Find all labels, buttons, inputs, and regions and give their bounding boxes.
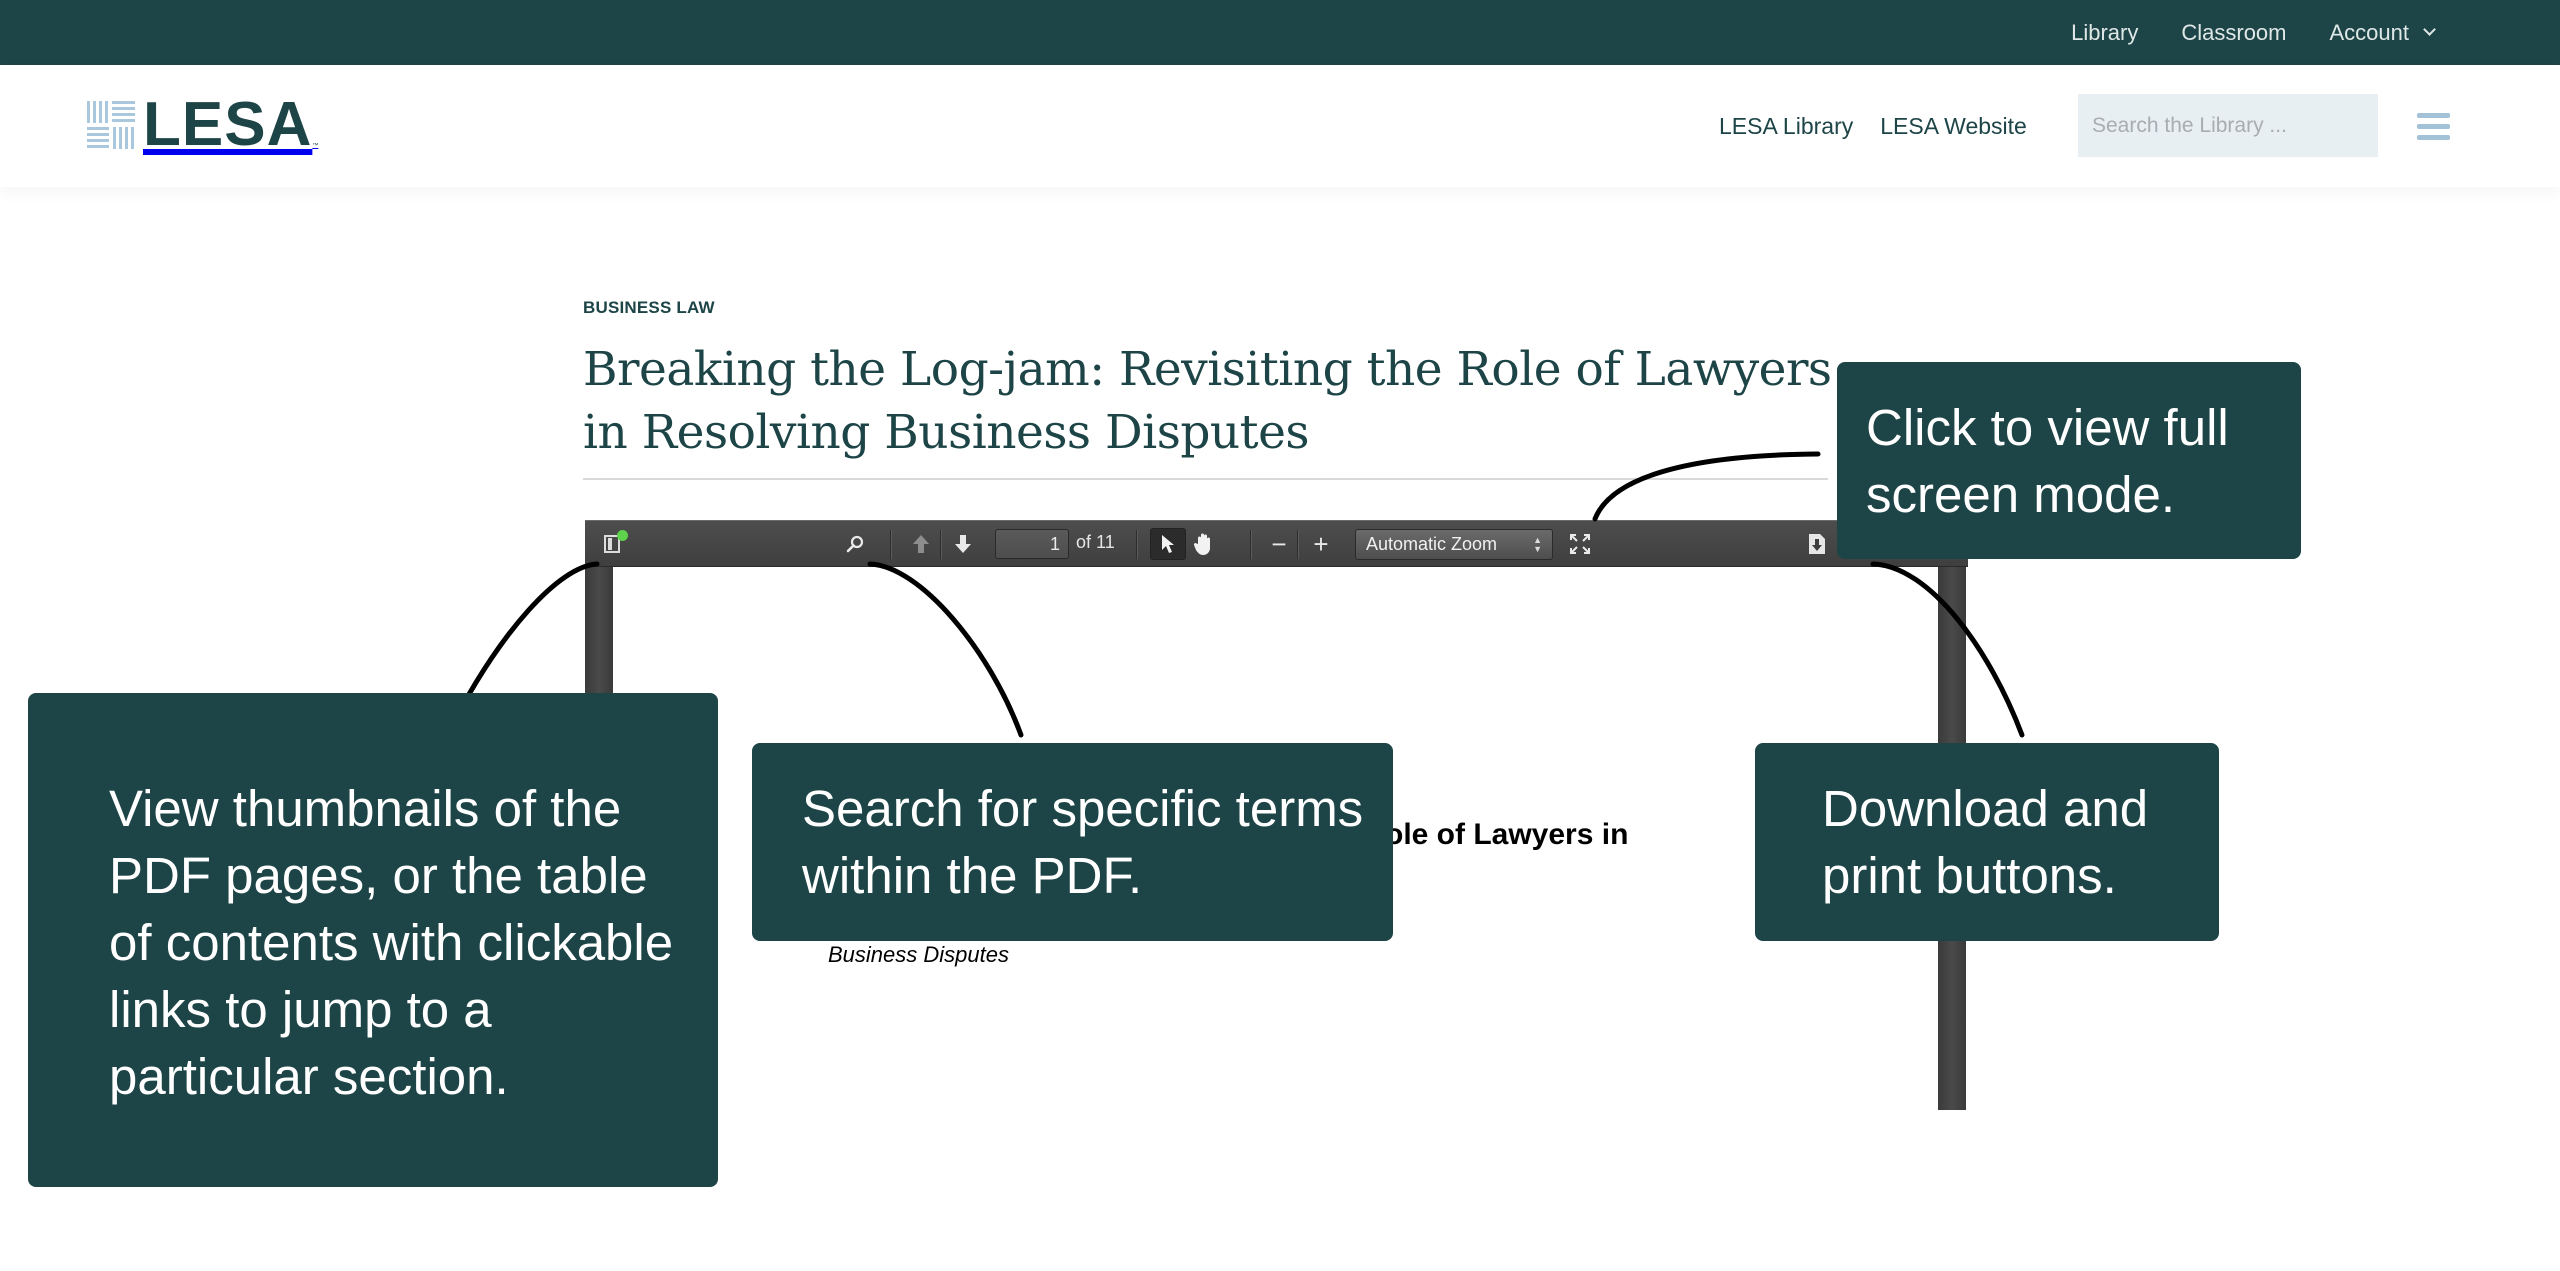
account-label: Account: [2329, 19, 2410, 45]
pdf-toolbar: of 11 − + Automatic Zoom ▲▼: [585, 520, 1968, 567]
callout-thumbnails: View thumbnails of the PDF pages, or the…: [28, 693, 718, 1187]
fullscreen-expand-icon: [1570, 534, 1590, 554]
notification-dot: [617, 530, 628, 541]
hand-icon: [1193, 533, 1210, 555]
header-nav: LESA Library LESA Website: [1719, 65, 2027, 187]
pdf-page-subtitle: Business Disputes: [828, 942, 1009, 967]
nav-account-dropdown[interactable]: Account: [2329, 19, 2436, 46]
previous-page-button[interactable]: [907, 528, 935, 560]
page-count-label: of 11: [1076, 532, 1115, 552]
logo-wordmark: LESA: [143, 90, 313, 159]
select-tool-button[interactable]: [1150, 528, 1186, 560]
callout-download: Download and print buttons.: [1755, 743, 2219, 941]
download-file-icon: [1809, 534, 1825, 554]
zoom-level-select[interactable]: Automatic Zoom ▲ ▼: [1355, 529, 1553, 560]
next-page-button[interactable]: [949, 528, 977, 560]
title-divider: [583, 478, 1828, 480]
utility-nav: Library Classroom Account: [2071, 0, 2436, 65]
cursor-arrow-icon: [1162, 535, 1174, 553]
page-number-input[interactable]: [995, 529, 1069, 559]
fullscreen-button[interactable]: [1565, 528, 1595, 560]
top-utility-bar: Library Classroom Account: [0, 0, 2560, 65]
zoom-level-value: Automatic Zoom: [1366, 534, 1498, 554]
trademark-symbol: ™: [312, 143, 319, 149]
lesa-library-link[interactable]: LESA Library: [1719, 113, 1853, 140]
pdf-page-heading: ole of Lawyers in: [1385, 818, 1629, 851]
logo-weave-icon: [87, 101, 135, 149]
callout-download-text: Download and print buttons.: [1822, 780, 2149, 904]
zoom-out-button[interactable]: −: [1265, 528, 1293, 560]
arrow-down-icon: [955, 535, 971, 553]
nav-library-link[interactable]: Library: [2071, 20, 2138, 46]
nav-classroom-link[interactable]: Classroom: [2181, 20, 2286, 46]
lesa-website-link[interactable]: LESA Website: [1880, 113, 2027, 140]
arrow-up-icon: [913, 535, 929, 553]
hand-tool-button[interactable]: [1188, 528, 1220, 560]
search-icon: [846, 535, 864, 553]
find-button[interactable]: [840, 528, 870, 560]
chevron-down-icon: [2423, 23, 2436, 36]
callout-thumbnails-text: View thumbnails of the PDF pages, or the…: [109, 780, 674, 1105]
plus-icon: +: [1313, 528, 1329, 559]
minus-icon: −: [1271, 528, 1287, 559]
download-button[interactable]: [1803, 528, 1831, 560]
callout-search-text: Search for specific terms within the PDF…: [802, 780, 1364, 904]
article-title: Breaking the Log-jam: Revisiting the Rol…: [583, 342, 1832, 460]
callout-fullscreen: Click to view full screen mode.: [1837, 362, 2301, 559]
zoom-in-button[interactable]: +: [1307, 528, 1335, 560]
site-header: LESA ™ LESA Library LESA Website: [0, 65, 2560, 187]
select-arrows-icon: ▲ ▼: [1533, 535, 1542, 554]
callout-fullscreen-text: Click to view full screen mode.: [1866, 399, 2229, 523]
lesa-logo[interactable]: LESA ™: [87, 90, 319, 159]
menu-hamburger-icon[interactable]: [2417, 113, 2450, 141]
article-category: BUSINESS LAW: [583, 298, 715, 317]
callout-search: Search for specific terms within the PDF…: [752, 743, 1393, 941]
library-search-input[interactable]: [2078, 94, 2378, 157]
